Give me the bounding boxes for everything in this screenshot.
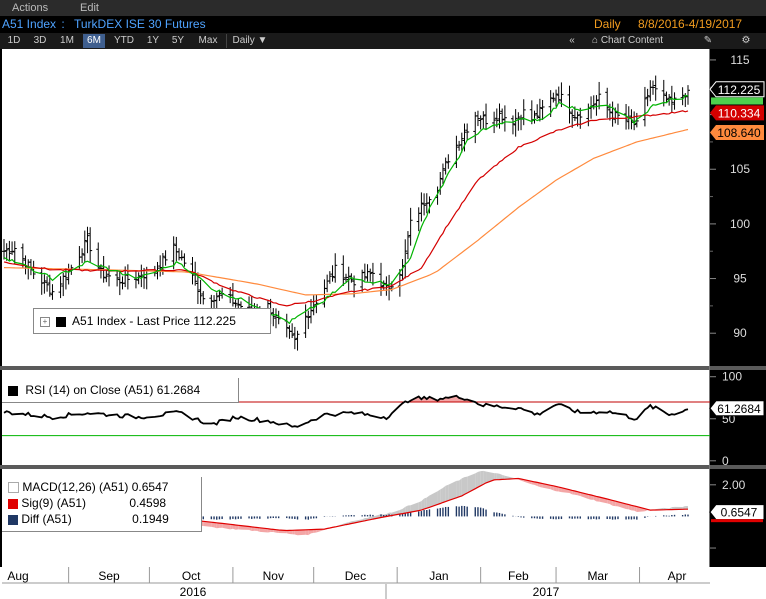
period-5y-button[interactable]: 5Y bbox=[168, 34, 188, 48]
frequency-label[interactable]: Daily bbox=[594, 17, 621, 31]
diff-legend-value: 0.1949 bbox=[132, 512, 169, 526]
month-label: Dec bbox=[345, 569, 366, 583]
month-label: Jan bbox=[429, 569, 448, 583]
macd-shade-segment bbox=[442, 485, 446, 503]
price-axis-label: 90 bbox=[733, 326, 747, 340]
price-last-tag-value: 112.225 bbox=[718, 83, 761, 97]
macd-shade-segment bbox=[437, 489, 441, 505]
rsi-axis-label: 100 bbox=[722, 370, 742, 384]
panel-divider[interactable] bbox=[0, 465, 766, 469]
macd-shade-segment bbox=[494, 473, 497, 480]
year-label: 2016 bbox=[180, 585, 207, 599]
legend-swatch bbox=[8, 385, 18, 396]
period-6m-button[interactable]: 6M bbox=[83, 34, 105, 48]
ma-slow-last-tag-value: 108.640 bbox=[717, 126, 761, 140]
macd-shade-segment bbox=[294, 530, 298, 536]
month-label: Nov bbox=[263, 569, 284, 583]
price-axis-label: 100 bbox=[730, 217, 750, 231]
legend-row-diff: Diff (A51) 0.1949 bbox=[8, 511, 201, 527]
price-axis-label: 115 bbox=[730, 53, 749, 67]
macd-shade-segment bbox=[424, 497, 427, 510]
rsi-legend[interactable]: RSI (14) on Close (A51) 61.2684 bbox=[2, 378, 239, 403]
ticker-label[interactable]: A51 Index bbox=[2, 17, 56, 31]
macd-shade-segment bbox=[475, 471, 478, 489]
rsi-legend-value: 61.2684 bbox=[156, 383, 201, 397]
expand-icon[interactable]: + bbox=[40, 316, 50, 327]
menu-edit[interactable]: Edit bbox=[80, 2, 99, 14]
signal-legend-value: 0.4598 bbox=[129, 496, 167, 510]
macd-shade-segment bbox=[440, 487, 443, 504]
legend-row-signal: Sig(9) (A51) 0.4598 bbox=[8, 495, 201, 511]
macd-shade-segment bbox=[496, 473, 500, 480]
menu-actions[interactable]: Actions bbox=[12, 2, 48, 14]
month-label: Apr bbox=[668, 569, 687, 583]
interval-label: Daily bbox=[232, 35, 255, 46]
macd-axis-label: 2.00 bbox=[722, 478, 746, 492]
ma-mid-last-tag-value: 110.334 bbox=[718, 106, 761, 120]
macd-shade-segment bbox=[426, 495, 430, 509]
collapse-button[interactable]: « bbox=[564, 34, 580, 48]
rsi-last-tag-value: 61.2684 bbox=[717, 402, 761, 416]
macd-last-tag-value: 0.6547 bbox=[721, 506, 758, 520]
macd-legend[interactable]: MACD(12,26) (A51) 0.6547 Sig(9) (A51) 0.… bbox=[2, 477, 202, 532]
macd-shade-segment bbox=[445, 484, 449, 502]
panel-divider[interactable] bbox=[0, 366, 766, 370]
period-1d-button[interactable]: 1D bbox=[4, 34, 24, 48]
gear-icon[interactable]: ⚙ bbox=[738, 34, 754, 48]
legend-swatch bbox=[56, 316, 67, 327]
date-range[interactable]: 8/8/2016-4/19/2017 bbox=[638, 17, 742, 31]
legend-swatch bbox=[8, 514, 18, 525]
chart-content-label: Chart Content bbox=[600, 35, 664, 46]
macd-shade-segment bbox=[456, 480, 460, 498]
macd-shade-segment bbox=[407, 505, 411, 513]
macd-shade-segment bbox=[418, 501, 422, 511]
diff-legend-label: Diff (A51) bbox=[21, 512, 72, 526]
macd-shade-segment bbox=[459, 478, 462, 497]
signal-tag bbox=[711, 519, 763, 523]
title-separator: : bbox=[58, 17, 69, 31]
chevron-down-icon: ▼ bbox=[257, 35, 268, 46]
signal-legend-label: Sig(9) (A51) bbox=[21, 496, 87, 510]
axis-line bbox=[709, 49, 710, 567]
price-legend-label: A51 Index - Last Price bbox=[72, 314, 191, 328]
period-1m-button[interactable]: 1M bbox=[56, 34, 78, 48]
macd-shade-segment bbox=[483, 470, 487, 485]
macd-shade-segment bbox=[480, 470, 484, 486]
macd-shade-segment bbox=[461, 477, 465, 496]
legend-row-macd: MACD(12,26) (A51) 0.6547 bbox=[8, 479, 201, 495]
security-name: TurkDEX ISE 30 Futures bbox=[74, 17, 206, 31]
price-legend[interactable]: + A51 Index - Last Price 112.225 bbox=[33, 308, 271, 334]
year-label: 2017 bbox=[533, 585, 560, 599]
macd-shade-segment bbox=[214, 522, 217, 529]
month-label: Aug bbox=[7, 569, 28, 583]
toolbar: 1D 3D 1M 6M YTD 1Y 5Y Max Daily ▼ « ⌂ Ch… bbox=[0, 33, 766, 49]
macd-shade-segment bbox=[464, 476, 468, 495]
legend-swatch bbox=[8, 482, 19, 494]
ma-fast-tag bbox=[711, 97, 763, 105]
macd-shade-segment bbox=[305, 529, 309, 536]
price-axis-label: 95 bbox=[733, 272, 747, 286]
month-label: Mar bbox=[587, 569, 608, 583]
rsi-axis-label: 0 bbox=[722, 454, 729, 468]
price-axis-label: 105 bbox=[730, 162, 750, 176]
macd-legend-value: 0.6547 bbox=[131, 480, 169, 494]
chart-content-button[interactable]: ⌂ Chart Content bbox=[592, 34, 688, 48]
macd-legend-label: MACD(12,26) (A51) bbox=[22, 480, 129, 494]
menu-bar: Actions Edit bbox=[0, 0, 766, 16]
chart-icon: ⌂ bbox=[592, 35, 599, 46]
rsi-legend-label: RSI (14) on Close (A51) bbox=[25, 383, 154, 397]
interval-dropdown[interactable]: Daily ▼ bbox=[226, 34, 273, 48]
macd-shade-segment bbox=[477, 471, 481, 488]
legend-swatch bbox=[8, 498, 18, 509]
draw-tool-icon[interactable]: ✎ bbox=[700, 34, 716, 48]
price-legend-value: 112.225 bbox=[193, 314, 236, 328]
month-label: Sep bbox=[98, 569, 120, 583]
period-1y-button[interactable]: 1Y bbox=[143, 34, 163, 48]
period-max-button[interactable]: Max bbox=[195, 34, 221, 48]
month-label: Feb bbox=[508, 569, 529, 583]
month-label: Oct bbox=[182, 569, 201, 583]
period-ytd-button[interactable]: YTD bbox=[110, 34, 138, 48]
period-3d-button[interactable]: 3D bbox=[30, 34, 50, 48]
title-bar: A51 Index : TurkDEX ISE 30 Futures Daily… bbox=[0, 16, 766, 33]
